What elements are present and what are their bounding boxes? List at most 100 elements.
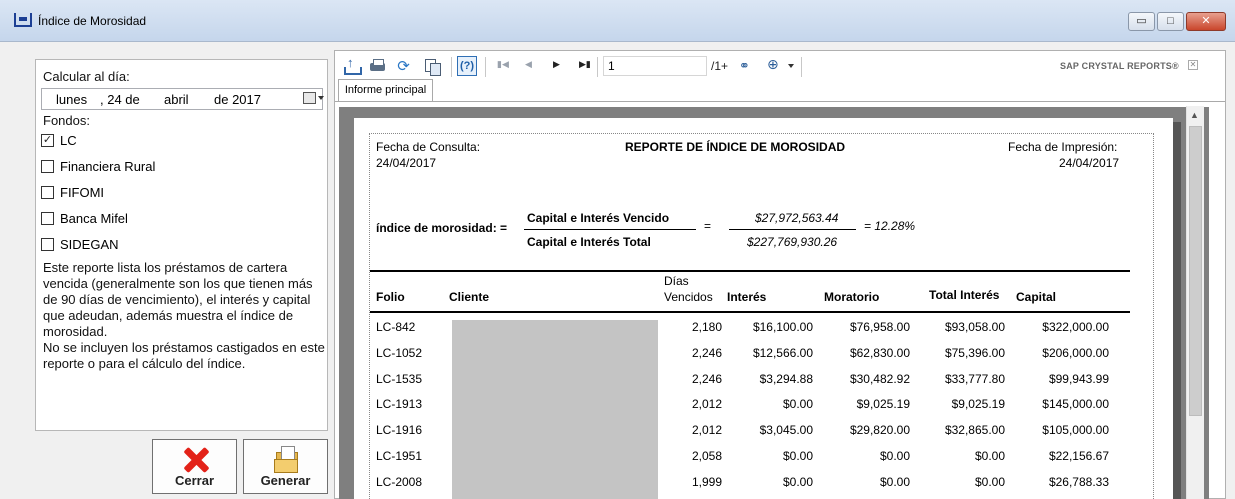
cell-dias: 2,012 — [691, 423, 722, 437]
cell-interes: $3,294.88 — [759, 372, 813, 386]
fondo-label: Banca Mifel — [60, 211, 128, 226]
cell-dias: 2,246 — [691, 372, 722, 386]
calendar-dropdown-icon[interactable] — [303, 92, 324, 104]
previous-page-icon[interactable]: ◀ — [525, 59, 532, 70]
vertical-scrollbar[interactable]: ▲ — [1186, 106, 1204, 499]
scroll-up-icon[interactable]: ▲ — [1190, 110, 1199, 120]
checkbox-icon[interactable]: ✓ — [41, 134, 54, 147]
zoom-icon[interactable]: ⊕ — [767, 56, 784, 73]
close-window-button[interactable]: ✕ — [1186, 12, 1226, 31]
col-interes: Interés — [727, 290, 767, 304]
tab-informe-principal[interactable]: Informe principal — [338, 79, 433, 101]
cell-dias: 2,058 — [691, 449, 722, 463]
scrollbar-thumb[interactable] — [1189, 126, 1202, 416]
cell-dias: 1,999 — [691, 475, 722, 489]
cerrar-button[interactable]: Cerrar — [152, 439, 237, 494]
cell-folio: LC-1535 — [376, 372, 423, 386]
window-title: Índice de Morosidad — [38, 14, 147, 28]
description-note: No se incluyen los préstamos castigados … — [43, 340, 325, 371]
copy-icon[interactable] — [423, 58, 441, 76]
toggle-group-tree-icon[interactable]: (?) — [457, 56, 477, 76]
checkbox-icon[interactable] — [41, 212, 54, 225]
col-total-interes: Total Interés — [929, 288, 1000, 302]
crystal-reports-brand: SAP CRYSTAL REPORTS® — [1060, 61, 1179, 71]
cell-capital: $99,943.99 — [1048, 372, 1109, 386]
maximize-button[interactable]: □ — [1157, 12, 1184, 31]
app-icon — [14, 13, 32, 27]
col-dias-line1: Días — [664, 274, 689, 288]
fecha-impresion-value: 24/04/2017 — [1059, 156, 1120, 170]
fondo-label: LC — [60, 133, 77, 148]
print-icon[interactable] — [369, 58, 386, 75]
cell-capital: $206,000.00 — [1042, 346, 1109, 360]
page-number-input[interactable]: 1 — [603, 56, 707, 76]
formula-denominator: Capital e Interés Total — [527, 235, 651, 249]
report-viewer: ⟳ (?) ▮◀ ◀ ▶ ▶▮ 1 /1+ ⚭ ⊕ SAP CRYSTAL RE… — [334, 50, 1226, 499]
numerator-value: $27,972,563.44 — [755, 211, 839, 225]
page-count: /1+ — [711, 59, 729, 73]
cell-folio: LC-842 — [376, 320, 416, 334]
first-page-icon[interactable]: ▮◀ — [497, 59, 509, 70]
cell-total: $0.00 — [974, 475, 1005, 489]
report-page: Fecha de Consulta: 24/04/2017 REPORTE DE… — [354, 118, 1173, 499]
table-header-rule — [370, 311, 1130, 313]
cell-folio: LC-1916 — [376, 423, 423, 437]
checkbox-icon[interactable] — [41, 238, 54, 251]
cell-folio: LC-1951 — [376, 449, 423, 463]
cell-interes: $0.00 — [782, 475, 813, 489]
checkbox-icon[interactable] — [41, 160, 54, 173]
cell-capital: $322,000.00 — [1042, 320, 1109, 334]
date-year: de 2017 — [214, 92, 261, 107]
date-day: , 24 de — [100, 92, 140, 107]
cerrar-label: Cerrar — [174, 473, 215, 488]
date-weekday: lunes — [56, 92, 88, 107]
cell-dias: 2,012 — [691, 397, 722, 411]
cell-folio: LC-2008 — [376, 475, 423, 489]
generar-button[interactable]: Generar — [243, 439, 328, 494]
table-top-rule — [370, 270, 1130, 272]
cell-moratorio: $30,482.92 — [849, 372, 910, 386]
col-folio: Folio — [376, 290, 405, 304]
fondo-label: FIFOMI — [60, 185, 105, 200]
cell-interes: $0.00 — [782, 449, 813, 463]
cell-capital: $145,000.00 — [1042, 397, 1109, 411]
folder-document-icon — [274, 446, 300, 474]
title-bar: Índice de Morosidad ▭ □ ✕ — [0, 0, 1235, 42]
cell-total: $0.00 — [974, 449, 1005, 463]
report-description: Este reporte lista los préstamos de cart… — [43, 260, 325, 372]
report-canvas: Fecha de Consulta: 24/04/2017 REPORTE DE… — [339, 107, 1209, 499]
close-viewer-icon[interactable]: ✕ — [1188, 60, 1198, 70]
cell-capital: $22,156.67 — [1048, 449, 1109, 463]
parameters-panel: Calcular al día: lunes , 24 de abril de … — [35, 59, 328, 431]
refresh-icon[interactable]: ⟳ — [395, 58, 412, 75]
indice-result: = 12.28% — [864, 219, 916, 233]
binoculars-search-icon[interactable]: ⚭ — [739, 58, 756, 75]
date-picker[interactable]: lunes , 24 de abril de 2017 — [41, 88, 324, 110]
export-icon[interactable] — [343, 55, 362, 75]
cell-total: $93,058.00 — [944, 320, 1005, 334]
col-moratorio: Moratorio — [824, 290, 880, 304]
minimize-button[interactable]: ▭ — [1128, 12, 1155, 31]
next-page-icon[interactable]: ▶ — [553, 59, 560, 70]
cell-moratorio: $62,830.00 — [849, 346, 910, 360]
col-cliente: Cliente — [449, 290, 490, 304]
fondo-label: SIDEGAN — [60, 237, 119, 252]
toolbar-separator — [485, 57, 486, 77]
generar-label: Generar — [260, 473, 311, 488]
zoom-dropdown-icon[interactable] — [788, 64, 794, 68]
checkbox-icon[interactable] — [41, 186, 54, 199]
cell-interes: $0.00 — [782, 397, 813, 411]
formula-numerator: Capital e Interés Vencido — [527, 211, 670, 225]
close-x-icon — [182, 447, 210, 473]
cell-folio: LC-1052 — [376, 346, 423, 360]
last-page-icon[interactable]: ▶▮ — [579, 59, 591, 70]
fecha-impresion-label: Fecha de Impresión: — [1008, 140, 1118, 154]
fondos-label: Fondos: — [43, 113, 90, 128]
page-shadow — [1173, 122, 1181, 499]
cell-moratorio: $29,820.00 — [849, 423, 910, 437]
cell-folio: LC-1913 — [376, 397, 423, 411]
cell-interes: $12,566.00 — [752, 346, 813, 360]
cell-capital: $105,000.00 — [1042, 423, 1109, 437]
cell-total: $33,777.80 — [944, 372, 1005, 386]
cell-total: $32,865.00 — [944, 423, 1005, 437]
